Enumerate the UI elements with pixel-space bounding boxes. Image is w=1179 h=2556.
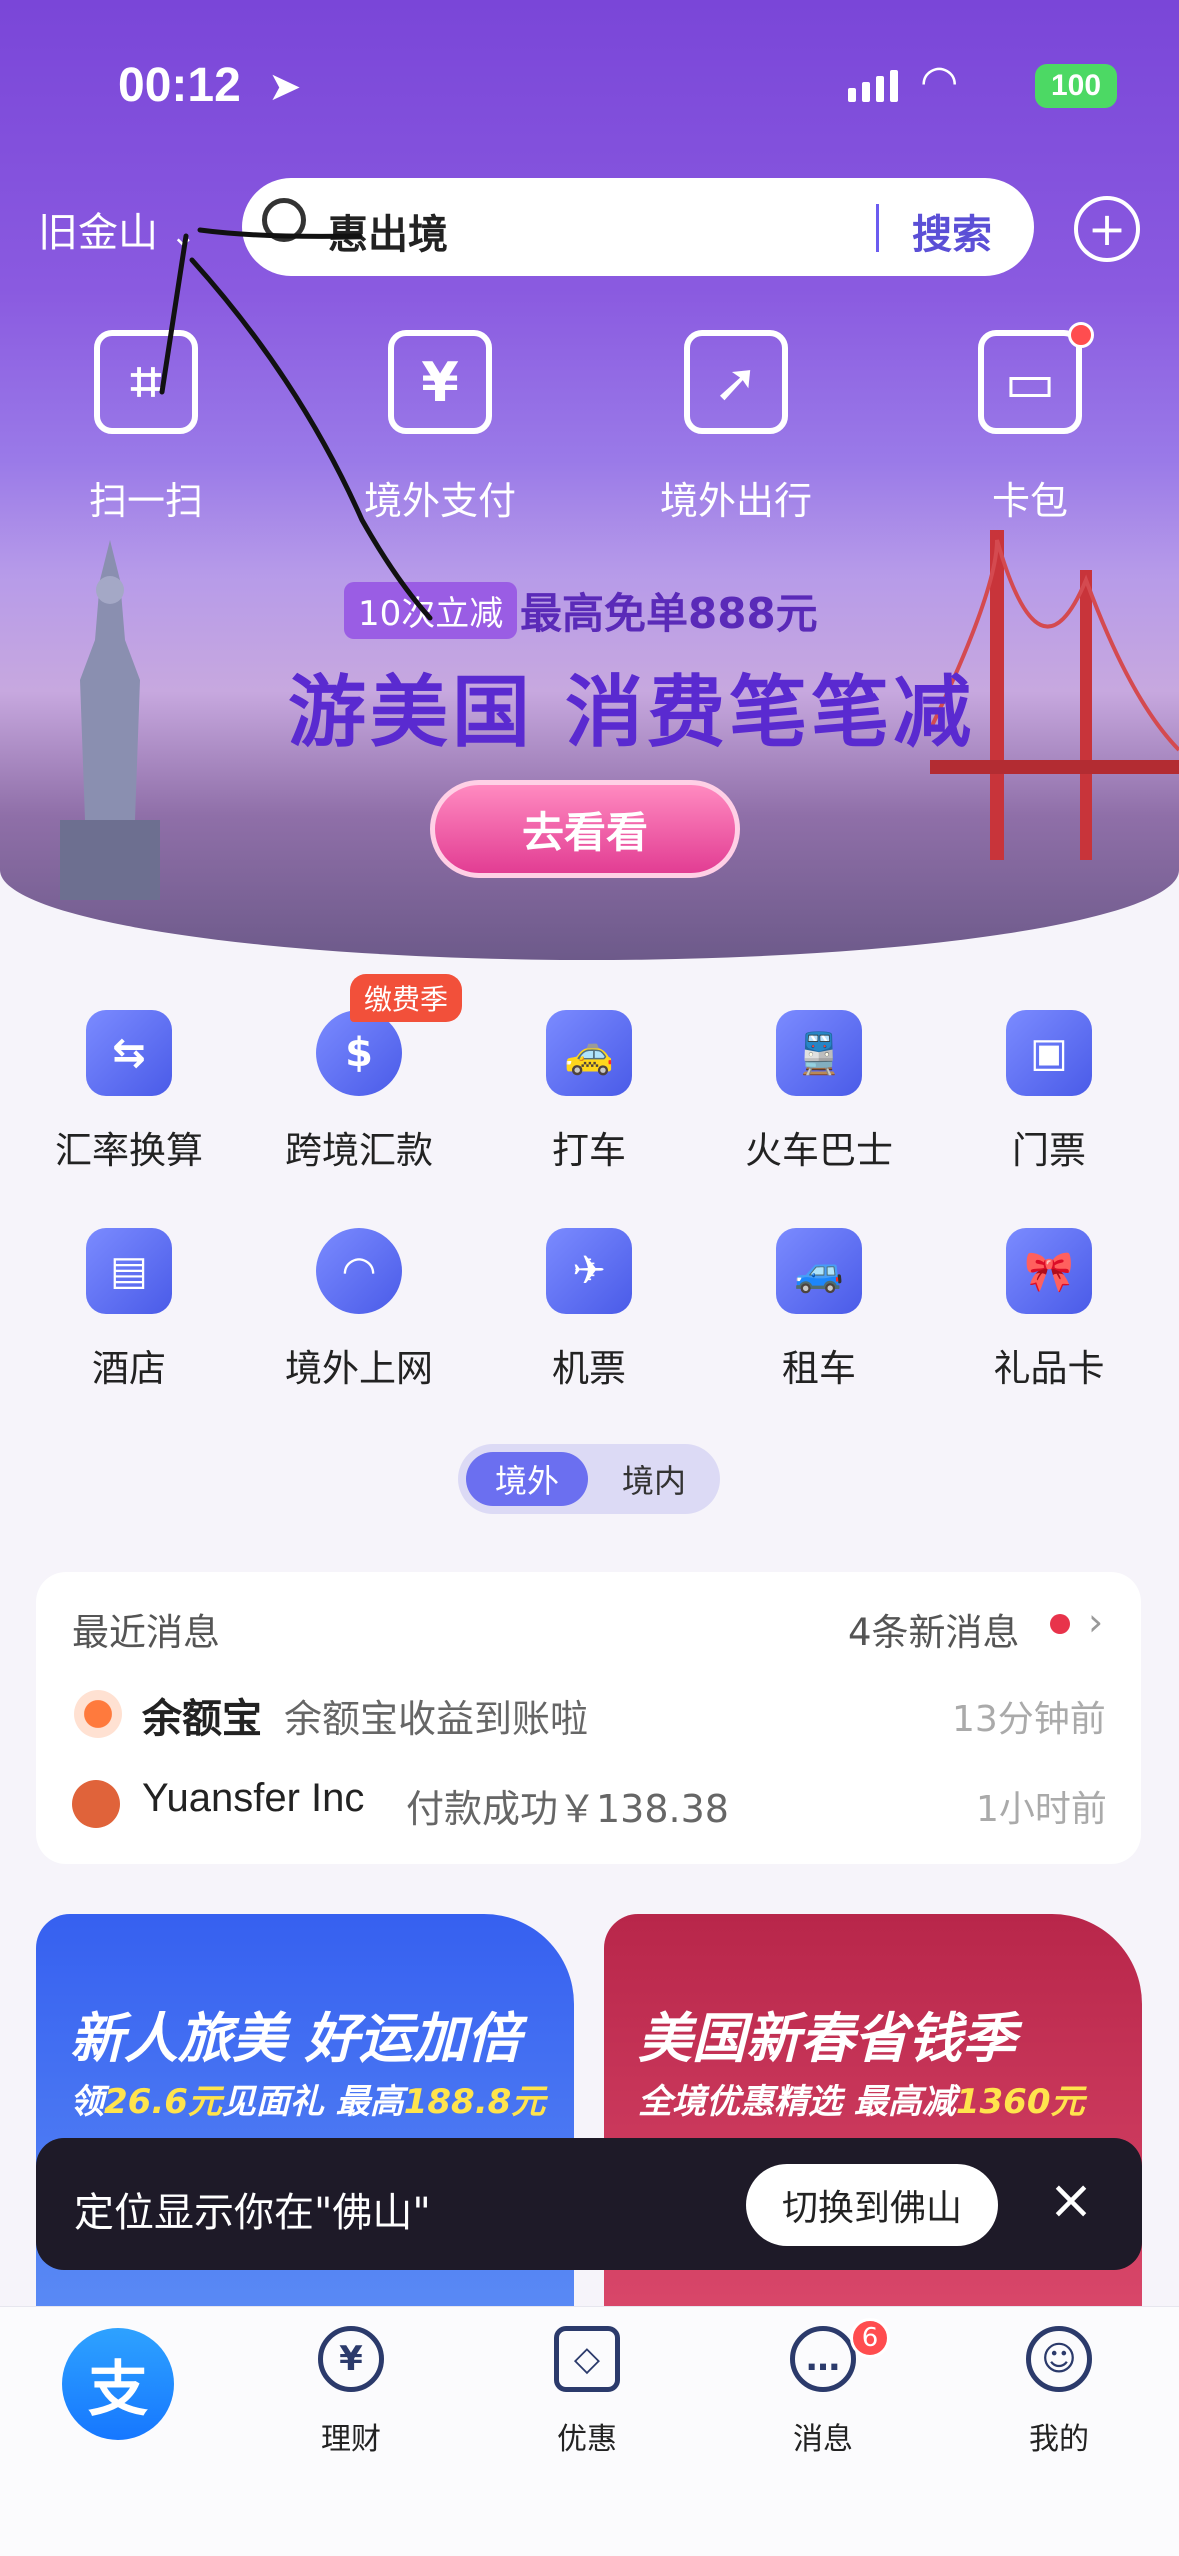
hand-drawn-annotation <box>159 227 433 621</box>
